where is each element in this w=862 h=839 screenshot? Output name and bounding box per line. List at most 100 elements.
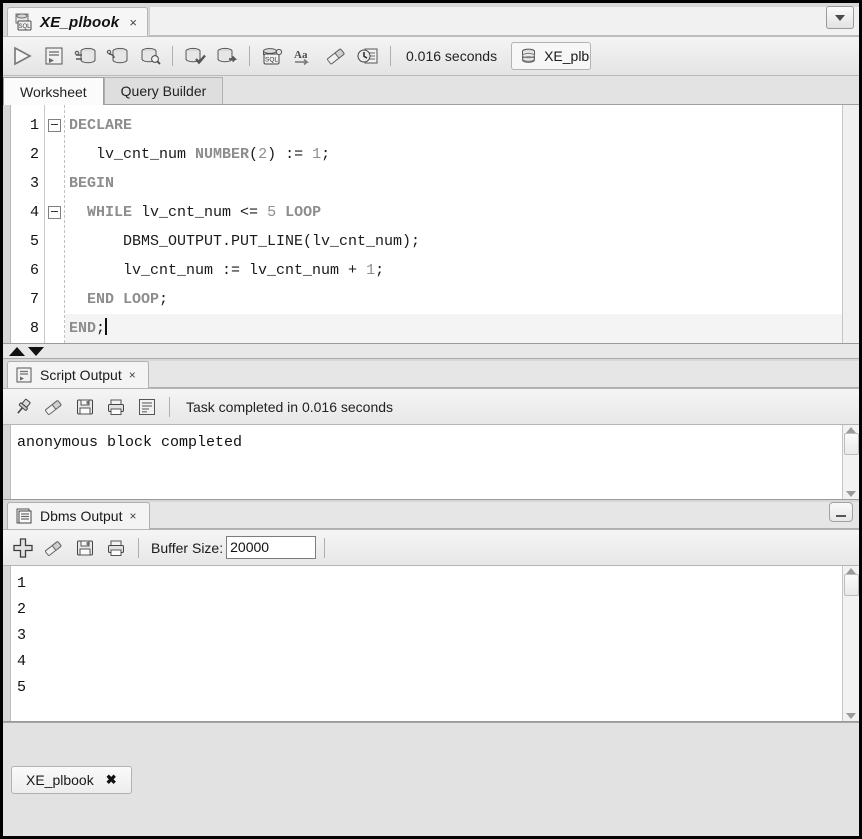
document-tab-close-icon[interactable]: ×: [125, 15, 137, 30]
wrap-output-button[interactable]: [133, 393, 161, 421]
line-number: 5: [29, 233, 39, 250]
collapse-down-icon[interactable]: [28, 346, 44, 356]
script-output-status: Task completed in 0.016 seconds: [186, 398, 394, 415]
script-output-body[interactable]: anonymous block completed: [3, 425, 859, 500]
collapse-up-icon[interactable]: [9, 346, 25, 356]
autotrace-button[interactable]: [180, 41, 210, 71]
line-number: 4: [29, 204, 39, 221]
code-line[interactable]: DBMS_OUTPUT.PUT_LINE(lv_cnt_num);: [65, 227, 842, 256]
dbms-output-body[interactable]: 1 2 3 4 5: [3, 566, 859, 722]
script-output-line: anonymous block completed: [17, 434, 243, 451]
fold-toggle[interactable]: [45, 198, 64, 227]
db-search-icon: [138, 46, 162, 66]
code-line[interactable]: BEGIN: [65, 169, 842, 198]
dbms-output-line: 4: [17, 653, 27, 670]
dbms-output-line: 1: [17, 575, 27, 592]
tab-worksheet[interactable]: Worksheet: [3, 77, 104, 105]
collapse-icon: [48, 119, 61, 132]
toolbar-separator-2: [249, 46, 250, 66]
print-dbms-output-button[interactable]: [102, 534, 130, 562]
save-disk-icon: [75, 538, 95, 558]
text-caret: [105, 318, 108, 335]
code-line[interactable]: END;: [65, 314, 842, 343]
rollback-button[interactable]: [103, 41, 133, 71]
add-connection-button[interactable]: [9, 534, 37, 562]
dbms-output-text[interactable]: 1 2 3 4 5: [11, 566, 842, 721]
clear-output-button[interactable]: [40, 393, 68, 421]
sql-history-button[interactable]: SQL: [257, 41, 287, 71]
sql-text: lv_cnt_num <=: [132, 204, 268, 221]
status-bar-connection-tab[interactable]: XE_plbook ✖: [11, 765, 132, 794]
fold-toggle[interactable]: [45, 111, 64, 140]
scroll-down-icon[interactable]: [846, 713, 856, 719]
print-output-button[interactable]: [102, 393, 130, 421]
dbms-output-icon: [15, 507, 33, 525]
save-dbms-output-button[interactable]: [71, 534, 99, 562]
code-line[interactable]: END LOOP;: [65, 285, 842, 314]
tab-script-output-close-icon[interactable]: ×: [129, 368, 136, 382]
script-output-tabstrip: Script Output ×: [3, 359, 859, 388]
script-output-text[interactable]: anonymous block completed: [11, 425, 842, 499]
status-bar-connection-label: XE_plbook: [26, 771, 94, 788]
dbms-output-scrollbar[interactable]: [842, 566, 859, 721]
collapse-icon: [48, 206, 61, 219]
buffer-size-input[interactable]: 20000: [226, 536, 317, 559]
editor-output-splitter[interactable]: [3, 344, 859, 359]
document-tab-xe-plbook[interactable]: SQL XE_plbook ×: [7, 7, 148, 36]
tab-script-output[interactable]: Script Output ×: [7, 361, 149, 388]
dbms-output-line: 2: [17, 601, 27, 618]
script-output-scrollbar[interactable]: [842, 425, 859, 499]
query-history-button[interactable]: [353, 41, 383, 71]
pin-button[interactable]: [9, 393, 37, 421]
connection-name: XE_plbo: [544, 48, 590, 64]
scroll-thumb[interactable]: [843, 433, 859, 455]
scroll-down-icon[interactable]: [846, 491, 856, 497]
format-sql-button[interactable]: Aa: [289, 41, 319, 71]
svg-text:Aa: Aa: [294, 49, 308, 61]
scroll-thumb[interactable]: [843, 574, 859, 596]
save-output-button[interactable]: [71, 393, 99, 421]
status-bar-close-icon[interactable]: ✖: [106, 772, 117, 788]
editor-code-text[interactable]: DECLARE lv_cnt_num NUMBER(2) := 1; BEGIN …: [65, 105, 842, 343]
tab-dbms-output[interactable]: Dbms Output ×: [7, 502, 150, 529]
code-line[interactable]: lv_cnt_num NUMBER(2) := 1;: [65, 140, 842, 169]
run-statement-button[interactable]: [7, 41, 37, 71]
clear-worksheet-button[interactable]: [321, 41, 351, 71]
database-icon: [520, 48, 537, 65]
commit-button[interactable]: [71, 41, 101, 71]
explain-plan-button[interactable]: [212, 41, 242, 71]
sql-text: ;: [375, 262, 385, 279]
code-line[interactable]: DECLARE: [65, 111, 842, 140]
editor-line-numbers: 1 2 3 4 5 6 7 8: [11, 105, 45, 343]
dbms-output-minimize-button[interactable]: [829, 502, 853, 522]
script-output-icon: [15, 366, 33, 384]
sql-text: ;: [96, 320, 106, 337]
dbms-output-tabstrip: Dbms Output ×: [3, 500, 859, 529]
tabstrip-menu-button[interactable]: [826, 6, 854, 29]
unshared-sql-worksheet-button[interactable]: [135, 41, 165, 71]
sql-text: lv_cnt_num: [69, 146, 196, 163]
eraser-icon: [324, 46, 348, 66]
execution-timing: 0.016 seconds: [406, 48, 498, 64]
run-script-button[interactable]: [39, 41, 69, 71]
status-bar: XE_plbook ✖: [3, 722, 859, 836]
tab-query-builder[interactable]: Query Builder: [103, 77, 224, 104]
svg-text:SQL: SQL: [18, 24, 31, 30]
line-number: 3: [29, 175, 39, 192]
sql-keyword: BEGIN: [69, 175, 115, 192]
worksheet-subtabs: Worksheet Query Builder: [3, 76, 859, 105]
code-line[interactable]: WHILE lv_cnt_num <= 5 LOOP: [65, 198, 842, 227]
document-tabstrip: SQL XE_plbook ×: [3, 3, 859, 37]
connection-selector[interactable]: XE_plbo: [511, 42, 592, 70]
document-tab-label: XE_plbook: [40, 13, 120, 31]
clear-dbms-output-button[interactable]: [40, 534, 68, 562]
sql-code-editor[interactable]: 1 2 3 4 5 6 7 8 DECLARE lv_cnt_num NUMBE…: [3, 105, 859, 344]
code-line[interactable]: lv_cnt_num := lv_cnt_num + 1;: [65, 256, 842, 285]
minimize-icon: [836, 515, 846, 517]
sql-number: 1: [366, 262, 376, 279]
tab-dbms-output-close-icon[interactable]: ×: [129, 509, 136, 523]
line-number: 7: [29, 291, 39, 308]
editor-vertical-scrollbar[interactable]: [842, 105, 859, 343]
